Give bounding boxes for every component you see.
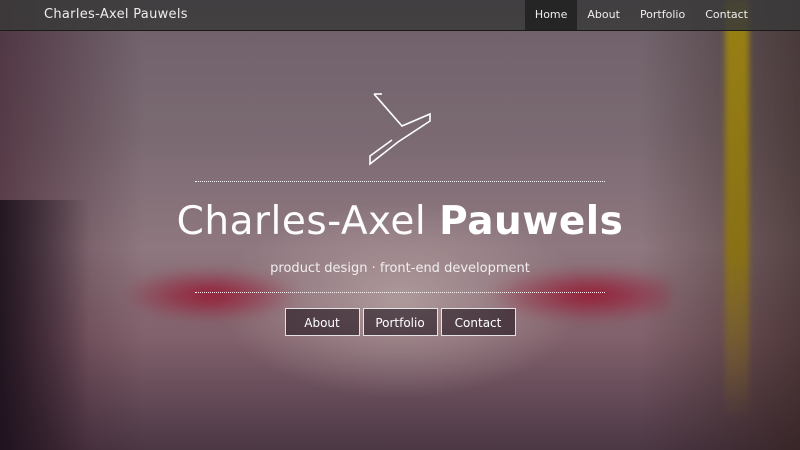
hero-buttons: About Portfolio Contact xyxy=(0,308,800,336)
portfolio-button[interactable]: Portfolio xyxy=(362,308,438,336)
nav-portfolio[interactable]: Portfolio xyxy=(630,0,695,30)
nav-about[interactable]: About xyxy=(577,0,630,30)
divider-top xyxy=(195,181,605,182)
divider-bottom xyxy=(195,292,605,293)
brand-link[interactable]: Charles-Axel Pauwels xyxy=(44,0,188,30)
hero-tagline: product design · front-end development xyxy=(270,261,530,276)
contact-button[interactable]: Contact xyxy=(440,308,516,336)
hero-title-first: Charles-Axel xyxy=(176,199,427,244)
hero-title: Charles-Axel Pauwels xyxy=(0,196,800,248)
nav-contact[interactable]: Contact xyxy=(695,0,758,30)
navbar: Charles-Axel Pauwels Home About Portfoli… xyxy=(0,0,800,31)
about-button[interactable]: About xyxy=(284,308,360,336)
nav-menu: Home About Portfolio Contact xyxy=(524,0,758,30)
chevron-logo-icon xyxy=(369,93,431,166)
hero-title-last: Pauwels xyxy=(439,199,624,244)
nav-home[interactable]: Home xyxy=(524,0,578,30)
